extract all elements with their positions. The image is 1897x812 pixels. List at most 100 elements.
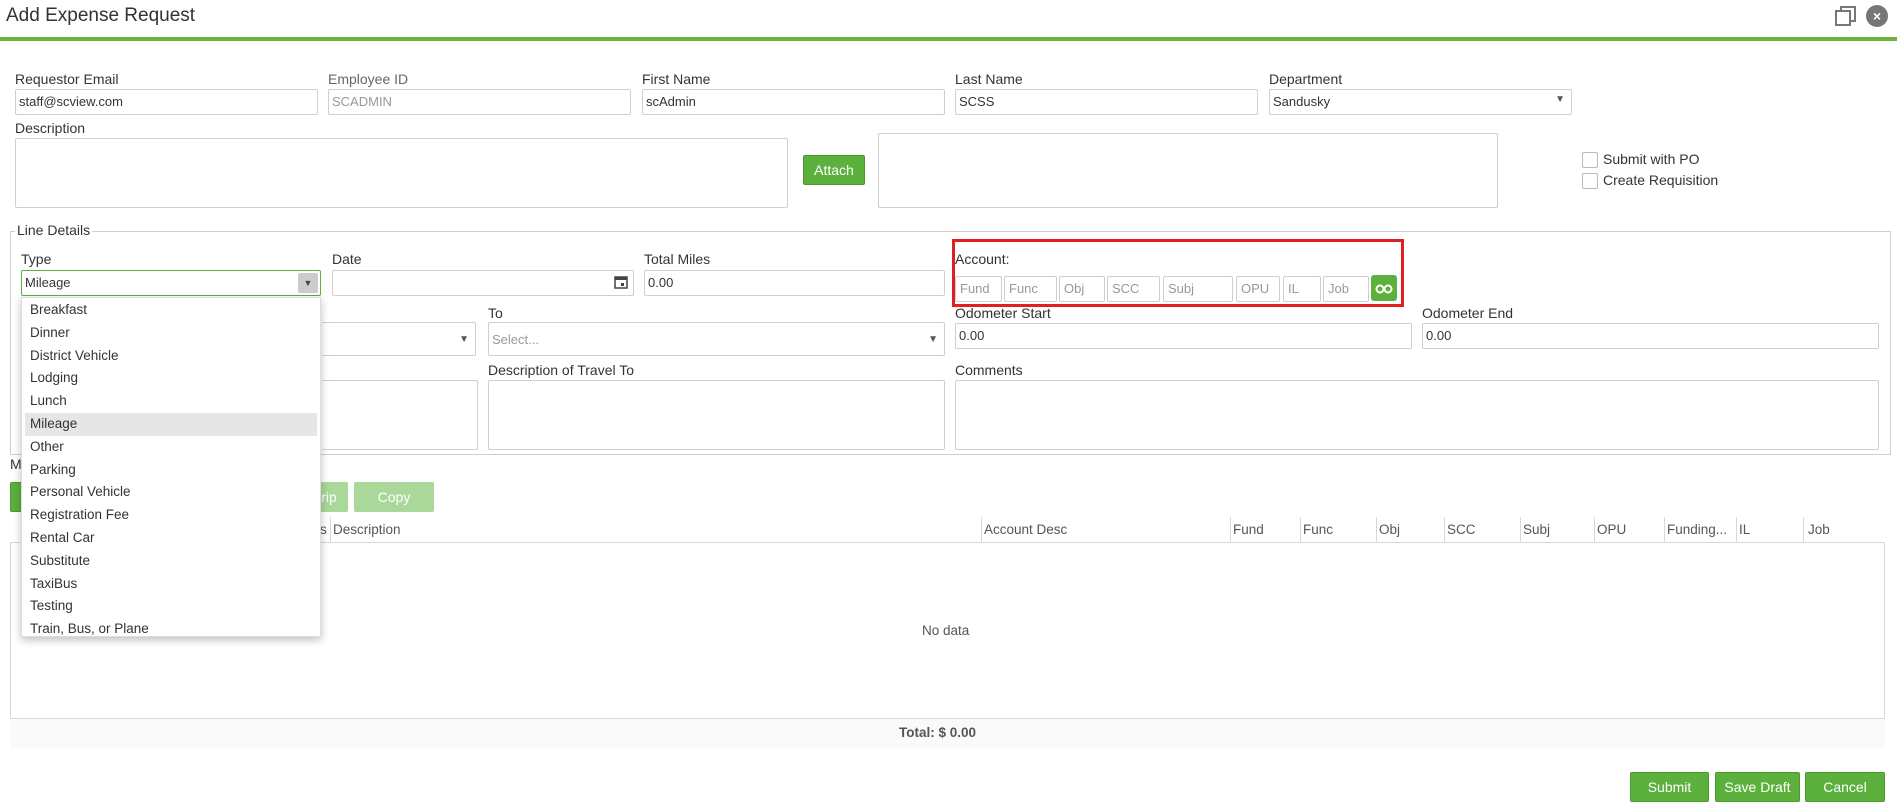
grid-col-scc[interactable]: SCC bbox=[1447, 522, 1476, 537]
grid-col-separator bbox=[1803, 517, 1804, 543]
attachments-box[interactable] bbox=[878, 133, 1498, 208]
account-scc-input[interactable]: SCC bbox=[1107, 276, 1160, 302]
restore-window-icon[interactable] bbox=[1834, 4, 1858, 28]
grid-col-subj[interactable]: Subj bbox=[1523, 522, 1550, 537]
from-select[interactable]: ▼ bbox=[322, 322, 476, 356]
create-requisition-label: Create Requisition bbox=[1603, 172, 1719, 188]
dropdown-option-train-bus-plane[interactable]: Train, Bus, or Plane bbox=[25, 618, 317, 641]
desc-travel-to-label: Description of Travel To bbox=[488, 362, 635, 378]
submit-with-po-label: Submit with PO bbox=[1603, 151, 1700, 167]
grid-col-job[interactable]: Job bbox=[1808, 522, 1830, 537]
to-select[interactable]: Select... ▼ bbox=[488, 322, 945, 356]
dropdown-option-taxibus[interactable]: TaxiBus bbox=[25, 573, 317, 596]
grid-col-separator bbox=[1594, 517, 1595, 543]
account-opu-input[interactable]: OPU bbox=[1236, 276, 1280, 302]
dropdown-option-personal-vehicle[interactable]: Personal Vehicle bbox=[25, 481, 317, 504]
grid-col-fund[interactable]: Fund bbox=[1233, 522, 1264, 537]
dropdown-option-dinner[interactable]: Dinner bbox=[25, 322, 317, 345]
line-details-legend: Line Details bbox=[15, 222, 93, 238]
account-label: Account: bbox=[955, 251, 1010, 267]
grid-col-separator bbox=[1300, 517, 1301, 543]
binoculars-icon[interactable] bbox=[1371, 275, 1397, 301]
comments-label: Comments bbox=[955, 362, 1023, 378]
type-select[interactable]: Mileage ▼ bbox=[21, 270, 321, 296]
chevron-down-icon: ▼ bbox=[459, 334, 469, 345]
last-name-label: Last Name bbox=[955, 71, 1023, 87]
odometer-start-label: Odometer Start bbox=[955, 305, 1051, 321]
grid-col-description[interactable]: Description bbox=[333, 522, 401, 537]
dropdown-option-breakfast[interactable]: Breakfast bbox=[25, 299, 317, 322]
calendar-icon[interactable] bbox=[614, 275, 628, 292]
dropdown-option-rental-car[interactable]: Rental Car bbox=[25, 527, 317, 550]
department-label: Department bbox=[1269, 71, 1343, 87]
toolbar-partial-label: M bbox=[10, 456, 22, 472]
cancel-button[interactable]: Cancel bbox=[1805, 772, 1885, 802]
close-icon[interactable]: × bbox=[1866, 5, 1888, 27]
type-dropdown-list: Breakfast Dinner District Vehicle Lodgin… bbox=[21, 297, 321, 637]
account-il-input[interactable]: IL bbox=[1283, 276, 1321, 302]
grid-col-separator bbox=[1664, 517, 1665, 543]
dropdown-option-lunch[interactable]: Lunch bbox=[25, 390, 317, 413]
department-value: Sandusky bbox=[1273, 94, 1331, 109]
grid-col-funding[interactable]: Funding... bbox=[1667, 522, 1727, 537]
date-field[interactable] bbox=[332, 270, 634, 296]
requestor-email-label: Requestor Email bbox=[15, 71, 119, 87]
grid-col-opu[interactable]: OPU bbox=[1597, 522, 1626, 537]
dropdown-option-district-vehicle[interactable]: District Vehicle bbox=[25, 345, 317, 368]
grid-empty-text: No data bbox=[922, 623, 970, 638]
odometer-end-field[interactable]: 0.00 bbox=[1422, 323, 1879, 349]
date-label: Date bbox=[332, 251, 362, 267]
chevron-down-icon: ▼ bbox=[928, 334, 938, 345]
grid-total-text: Total: $ 0.00 bbox=[899, 725, 977, 740]
type-label: Type bbox=[21, 251, 52, 267]
last-name-field[interactable]: SCSS bbox=[955, 89, 1258, 115]
submit-button[interactable]: Submit bbox=[1630, 772, 1709, 802]
dropdown-option-testing[interactable]: Testing bbox=[25, 595, 317, 618]
requestor-email-field[interactable]: staff@scview.com bbox=[15, 89, 318, 115]
department-select[interactable]: Sandusky ▼ bbox=[1269, 89, 1572, 115]
chevron-down-icon: ▼ bbox=[1555, 94, 1565, 105]
grid-col-separator bbox=[1376, 517, 1377, 543]
grid-col-obj[interactable]: Obj bbox=[1379, 522, 1400, 537]
grid-col-separator bbox=[1736, 517, 1737, 543]
account-subj-input[interactable]: Subj bbox=[1163, 276, 1233, 302]
description-travel-from-textarea[interactable] bbox=[322, 380, 478, 450]
dropdown-option-lodging[interactable]: Lodging bbox=[25, 367, 317, 390]
chevron-down-icon: ▼ bbox=[298, 273, 318, 293]
to-placeholder: Select... bbox=[492, 332, 539, 347]
account-job-input[interactable]: Job bbox=[1323, 276, 1369, 302]
dropdown-option-registration-fee[interactable]: Registration Fee bbox=[25, 504, 317, 527]
grid-col-il[interactable]: IL bbox=[1739, 522, 1750, 537]
dropdown-option-parking[interactable]: Parking bbox=[25, 459, 317, 482]
desc-travel-to-textarea[interactable] bbox=[488, 380, 945, 450]
grid-col-separator bbox=[1520, 517, 1521, 543]
first-name-field[interactable]: scAdmin bbox=[642, 89, 945, 115]
submit-with-po-checkbox[interactable] bbox=[1582, 152, 1598, 168]
grid-col-separator bbox=[981, 517, 982, 543]
employee-id-label: Employee ID bbox=[328, 71, 409, 87]
dropdown-option-mileage[interactable]: Mileage bbox=[25, 412, 317, 436]
description-label: Description bbox=[15, 120, 86, 136]
dropdown-option-substitute[interactable]: Substitute bbox=[25, 550, 317, 573]
odometer-start-field[interactable]: 0.00 bbox=[955, 323, 1412, 349]
grid-col-s: s bbox=[320, 522, 327, 537]
account-func-input[interactable]: Func bbox=[1004, 276, 1057, 302]
create-requisition-checkbox[interactable] bbox=[1582, 173, 1598, 189]
odometer-end-label: Odometer End bbox=[1422, 305, 1514, 321]
grid-col-func[interactable]: Func bbox=[1303, 522, 1333, 537]
window-title: Add Expense Request bbox=[6, 5, 196, 26]
attach-button[interactable]: Attach bbox=[803, 155, 865, 185]
comments-textarea[interactable] bbox=[955, 380, 1879, 450]
dropdown-option-other[interactable]: Other bbox=[25, 436, 317, 459]
to-label: To bbox=[488, 305, 503, 321]
employee-id-field: SCADMIN bbox=[328, 89, 631, 115]
account-fund-input[interactable]: Fund bbox=[955, 276, 1002, 302]
account-obj-input[interactable]: Obj bbox=[1059, 276, 1105, 302]
total-miles-field[interactable]: 0.00 bbox=[644, 270, 945, 296]
grid-col-separator bbox=[330, 517, 331, 543]
first-name-label: First Name bbox=[642, 71, 711, 87]
copy-button[interactable]: Copy bbox=[354, 482, 434, 512]
save-draft-button[interactable]: Save Draft bbox=[1715, 772, 1800, 802]
grid-col-account-desc[interactable]: Account Desc bbox=[984, 522, 1067, 537]
description-textarea[interactable] bbox=[15, 138, 788, 208]
